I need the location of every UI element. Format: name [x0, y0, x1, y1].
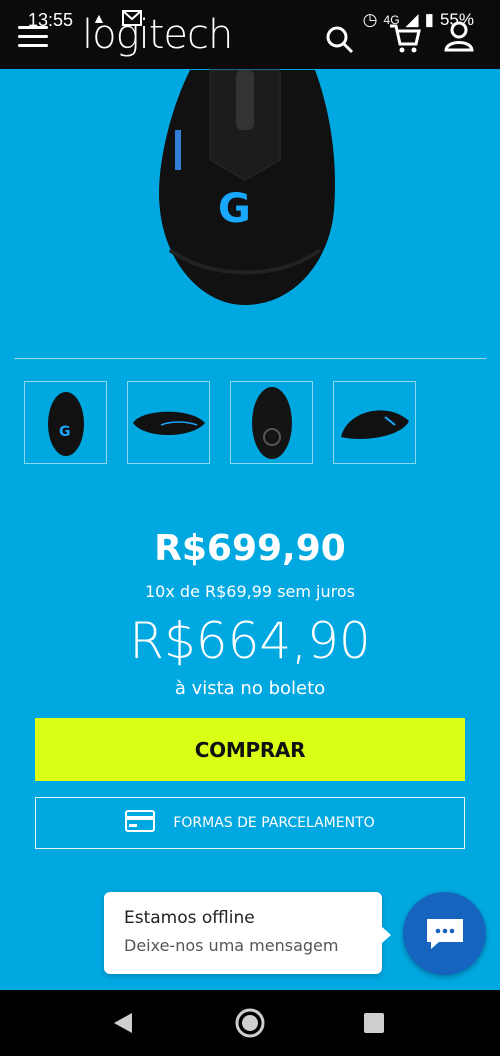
- svg-text:G: G: [218, 186, 251, 232]
- installment-options-label: FORMAS DE PARCELAMENTO: [173, 815, 375, 831]
- back-icon[interactable]: [112, 1011, 134, 1039]
- thumbnail-bottom-view[interactable]: [230, 381, 313, 464]
- list-price: R$699,90: [154, 528, 346, 569]
- svg-text:G: G: [59, 424, 71, 440]
- divider: [14, 358, 486, 359]
- chat-title: Estamos offline: [124, 908, 255, 928]
- chat-subtitle: Deixe-nos uma mensagem: [124, 936, 339, 955]
- alarm-icon: ◷: [362, 10, 378, 29]
- cash-price: R$664,90: [129, 612, 371, 670]
- cash-note: à vista no boleto: [174, 678, 326, 699]
- battery-icon: ▮: [424, 10, 434, 29]
- status-bar: 13:55 ▲ ◷ 4G ◢ ▮ 55%: [0, 8, 500, 34]
- chat-icon[interactable]: [403, 892, 486, 975]
- home-icon[interactable]: [234, 1007, 266, 1043]
- installment-options-button[interactable]: FORMAS DE PARCELAMENTO: [35, 797, 465, 849]
- thumbnail-angle-view[interactable]: [333, 381, 416, 464]
- recent-apps-icon[interactable]: [364, 1013, 384, 1033]
- menu-icon[interactable]: [18, 26, 48, 48]
- cart-icon[interactable]: [388, 22, 422, 58]
- thumbnail-gallery: G: [24, 381, 416, 464]
- installments-text: 10x de R$69,99 sem juros: [145, 582, 355, 601]
- buy-button[interactable]: COMPRAR: [35, 718, 465, 781]
- product-image[interactable]: G: [150, 50, 340, 310]
- thumbnail-side-view[interactable]: [127, 381, 210, 464]
- system-nav-bar: [0, 990, 500, 1056]
- user-icon[interactable]: [444, 20, 474, 56]
- thumbnail-top-view[interactable]: G: [24, 381, 107, 464]
- chat-offline-bubble[interactable]: Estamos offline Deixe-nos uma mensagem: [104, 892, 391, 974]
- credit-card-icon: [125, 810, 156, 836]
